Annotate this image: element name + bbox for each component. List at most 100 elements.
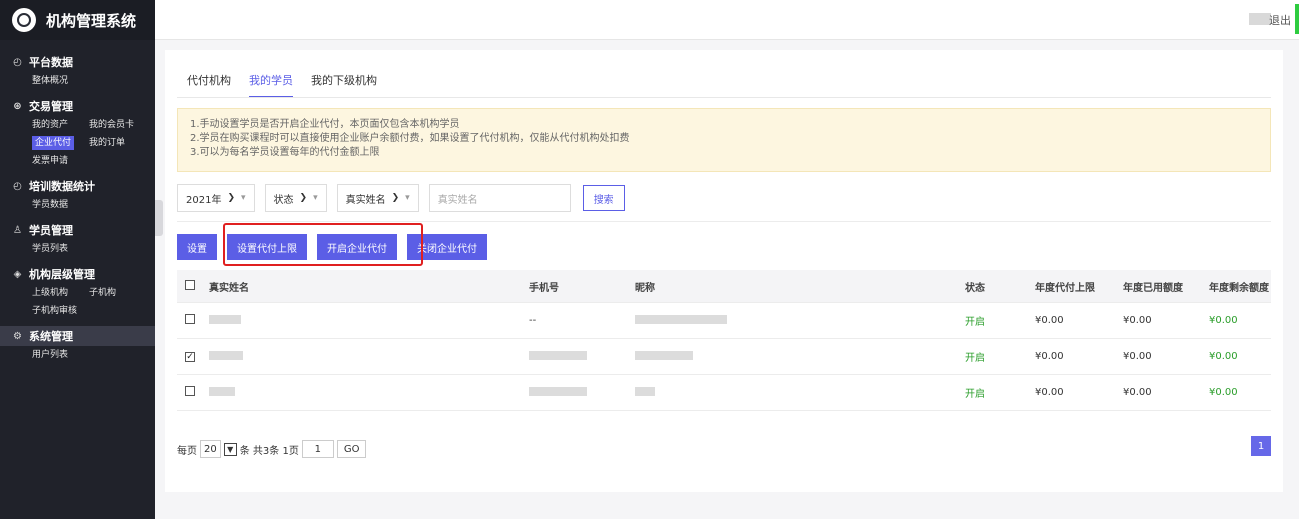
row-checkbox[interactable] [185, 314, 195, 324]
cell-status: 开启 [965, 317, 985, 328]
avatar[interactable] [1249, 13, 1271, 25]
sidebar: 机构管理系统 ◴ 平台数据 整体概况 ⊛ 交易管理 我的资产 我的会员卡 企业代付 … [0, 0, 155, 519]
gear-icon: ⚙ [13, 330, 22, 342]
sidebar-item-member-card[interactable]: 我的会员卡 [89, 118, 146, 132]
cell-status: 开启 [965, 389, 985, 400]
sidebar-collapse-handle[interactable] [155, 200, 163, 236]
cell-annual-used: ¥0.00 [1123, 315, 1152, 326]
go-button[interactable]: GO [336, 440, 367, 458]
caret-down-icon: ▾ [405, 193, 410, 203]
redacted-phone [529, 350, 587, 360]
sidebar-item-enterprise-pay[interactable]: 企业代付 [32, 136, 75, 150]
col-phone: 手机号 [529, 282, 559, 294]
redacted-name [209, 350, 243, 360]
nav-group-students[interactable]: ♙ 学员管理 [0, 220, 155, 240]
pagination-summary: 条 共3条 1页 [239, 445, 299, 457]
field-select[interactable]: 真实姓名 ❯ ▾ [336, 184, 419, 212]
filter-divider [177, 221, 1271, 222]
cell-annual-remaining: ¥0.00 [1209, 351, 1238, 362]
notice-line: 2.学员在购买课程时可以直接使用企业账户余额付费，如果设置了代付机构，仅能从代付… [190, 133, 630, 144]
year-select[interactable]: 2021年 ❯ ▾ [177, 184, 255, 212]
filter-bar: 2021年 ❯ ▾ 状态 ❯ ▾ 真实姓名 ❯ ▾ 真实姓名 搜索 [177, 184, 625, 212]
nav-group-platform-data[interactable]: ◴ 平台数据 [0, 52, 155, 72]
chevron-down-icon[interactable]: ▼ [223, 442, 237, 456]
students-table: 真实姓名 手机号 昵称 状态 年度代付上限 年度已用额度 年度剩余额度 -- 开… [177, 270, 1271, 411]
layers-icon: ◈ [13, 268, 22, 280]
pagination: 每页 20 ▼ 条 共3条 1页 1 GO [177, 440, 367, 458]
per-page-value[interactable]: 20 [200, 440, 221, 458]
highlight-box [223, 223, 423, 266]
notice-line: 1.手动设置学员是否开启企业代付，本页面仅包含本机构学员 [190, 119, 460, 130]
sidebar-item-student-data[interactable]: 学员数据 [32, 198, 89, 212]
logo-icon [12, 8, 36, 32]
redacted-nickname [635, 314, 727, 324]
table-header: 真实姓名 手机号 昵称 状态 年度代付上限 年度已用额度 年度剩余额度 [177, 270, 1271, 303]
tab-payer-org[interactable]: 代付机构 [187, 72, 231, 98]
sidebar-item-child-review[interactable]: 子机构审核 [32, 304, 89, 318]
redacted-name [209, 386, 235, 396]
settings-button[interactable]: 设置 [177, 234, 217, 260]
sidebar-item-student-list[interactable]: 学员列表 [32, 242, 89, 256]
sidebar-item-user-list[interactable]: 用户列表 [32, 348, 89, 362]
redacted-phone [529, 386, 587, 396]
notice-line: 3.可以为每名学员设置每年的代付金额上限 [190, 147, 380, 158]
name-search-input[interactable]: 真实姓名 [428, 184, 571, 212]
sidebar-item-invoice[interactable]: 发票申请 [32, 154, 89, 168]
cell-annual-limit: ¥0.00 [1035, 387, 1064, 398]
chevron-down-icon: ❯ [391, 193, 400, 203]
app-logo: 机构管理系统 [0, 0, 155, 40]
per-page-label: 每页 [177, 445, 197, 457]
tab-bar: 代付机构 我的学员 我的下级机构 [187, 72, 377, 98]
col-real-name: 真实姓名 [209, 282, 249, 294]
nav-group-system[interactable]: ⚙ 系统管理 [0, 326, 155, 346]
status-select[interactable]: 状态 ❯ ▾ [264, 184, 327, 212]
status-indicator [1295, 4, 1299, 34]
row-checkbox[interactable]: ✓ [185, 352, 195, 363]
cell-annual-limit: ¥0.00 [1035, 351, 1064, 362]
nav-group-trade[interactable]: ⊛ 交易管理 [0, 96, 155, 116]
logout-link[interactable]: 退出 [1269, 12, 1291, 28]
sidebar-nav: ◴ 平台数据 整体概况 ⊛ 交易管理 我的资产 我的会员卡 企业代付 我的订单 发票… [0, 40, 155, 368]
clock-icon: ◴ [13, 180, 22, 192]
col-annual-remaining: 年度剩余额度 [1209, 282, 1269, 294]
page-number-button[interactable]: 1 [1251, 436, 1271, 456]
col-status: 状态 [965, 282, 985, 294]
caret-down-icon: ▾ [241, 193, 246, 203]
nav-group-hierarchy[interactable]: ◈ 机构层级管理 [0, 264, 155, 284]
coin-icon: ⊛ [13, 100, 22, 112]
cell-annual-limit: ¥0.00 [1035, 315, 1064, 326]
caret-down-icon: ▾ [313, 193, 318, 203]
cell-annual-remaining: ¥0.00 [1209, 387, 1238, 398]
sidebar-item-overview[interactable]: 整体概况 [32, 74, 89, 88]
page-input[interactable]: 1 [301, 440, 334, 458]
tab-sub-orgs[interactable]: 我的下级机构 [311, 72, 377, 98]
sidebar-item-orders[interactable]: 我的订单 [89, 136, 146, 150]
redacted-name [209, 314, 241, 324]
cell-phone: -- [529, 315, 537, 326]
table-row: ✓ 开启 ¥0.00 ¥0.00 ¥0.00 [177, 339, 1271, 375]
table-row: 开启 ¥0.00 ¥0.00 ¥0.00 [177, 375, 1271, 411]
redacted-nickname [635, 386, 655, 396]
app-title: 机构管理系统 [46, 11, 137, 30]
chevron-down-icon: ❯ [299, 193, 308, 203]
col-annual-used: 年度已用额度 [1123, 282, 1183, 294]
cell-annual-used: ¥0.00 [1123, 387, 1152, 398]
chevron-down-icon: ❯ [227, 193, 235, 203]
select-all-checkbox[interactable] [185, 279, 195, 290]
topbar: 退出 [155, 0, 1299, 40]
sidebar-item-child-org[interactable]: 子机构 [89, 286, 146, 300]
col-nickname: 昵称 [635, 282, 655, 294]
tab-my-students[interactable]: 我的学员 [249, 72, 293, 98]
user-icon: ♙ [13, 224, 22, 236]
cell-annual-used: ¥0.00 [1123, 351, 1152, 362]
search-button[interactable]: 搜索 [582, 185, 625, 211]
redacted-nickname [635, 350, 693, 360]
sidebar-item-parent-org[interactable]: 上级机构 [32, 286, 89, 300]
sidebar-item-assets[interactable]: 我的资产 [32, 118, 89, 132]
main-panel: 代付机构 我的学员 我的下级机构 1.手动设置学员是否开启企业代付，本页面仅包含… [165, 50, 1283, 492]
col-annual-limit: 年度代付上限 [1035, 282, 1095, 294]
notice-box: 1.手动设置学员是否开启企业代付，本页面仅包含本机构学员 2.学员在购买课程时可… [177, 108, 1271, 172]
tab-divider [177, 97, 1271, 98]
row-checkbox[interactable] [185, 386, 195, 396]
nav-group-training-stats[interactable]: ◴ 培训数据统计 [0, 176, 155, 196]
